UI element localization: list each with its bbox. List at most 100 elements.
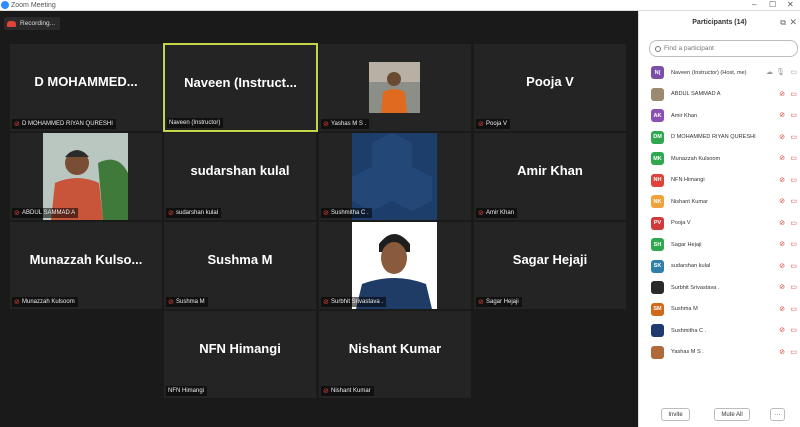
participant-row[interactable]: NH NFN Himangi ⊘ ▭ [639,170,800,192]
participant-list: N(Naveen (Instructor) (Host, me) 🎙 ▭ ☁ ABDUL… [639,62,800,363]
tile-name-bar: ⊘ Pooja V [476,119,511,129]
tile-name-bar: ⊘ Yashas M S . [321,119,370,129]
tile-name-label: Sushmitha C . [331,210,369,216]
tile-name-label: sudarshan kulal [176,210,219,216]
tile-name-label: ABDUL SAMMAD A [22,210,76,216]
mic-muted-icon[interactable]: ⊘ [779,241,785,248]
mic-muted-icon[interactable]: ⊘ [779,263,785,270]
video-off-icon[interactable]: ▭ [790,284,797,291]
video-tile[interactable]: ⊘ Sushmitha C . [319,133,471,220]
participant-row[interactable]: MK Munazzah Kulsoom ⊘ ▭ [639,148,800,170]
more-options-button[interactable]: ··· [770,408,785,421]
participant-avatar: MK [651,152,664,166]
video-on-icon[interactable]: ▭ [790,69,797,76]
participant-name: Surbhit Srivastava . [671,284,720,291]
video-tile[interactable]: Nishant Kumar ⊘ Nishant Kumar [319,311,471,398]
mic-muted-icon[interactable]: ⊘ [779,349,785,356]
participant-row[interactable]: SK sudarshan kulal ⊘ ▭ [639,256,800,278]
mic-muted-icon: ⊘ [323,209,329,217]
tile-name-bar: ⊘ Sushma M [166,297,208,307]
video-off-icon[interactable]: ▭ [790,263,797,270]
tile-display-name: Naveen (Instruct... [184,75,297,90]
tile-name-bar: ⊘ Nishant Kumar [321,386,374,396]
participant-row[interactable]: AK Amir Khan ⊘ ▭ [639,105,800,127]
video-tile[interactable]: sudarshan kulal ⊘ sudarshan kulal [164,133,316,220]
tile-name-bar: ⊘ Sushmitha C . [321,208,372,218]
participant-name: NFN Himangi [671,177,705,184]
participant-name: Yashas M S . [671,349,704,356]
participant-row[interactable]: Yashas M S . ⊘ ▭ [639,342,800,364]
invite-button[interactable]: Invite [661,408,690,421]
close-panel-icon[interactable]: ✕ [789,17,797,28]
video-off-icon[interactable]: ▭ [790,306,797,313]
close-window-button[interactable]: ✕ [787,0,794,10]
window-titlebar: Zoom Meeting – ☐ ✕ [0,0,800,11]
video-off-icon[interactable]: ▭ [790,327,797,334]
video-tile[interactable]: D MOHAMMED... ⊘ D MOHAMMED RIYAN QURESHI [10,44,162,131]
minimize-button[interactable]: – [752,0,756,10]
mic-muted-icon[interactable]: ⊘ [779,134,785,141]
mic-muted-icon[interactable]: ⊘ [779,220,785,227]
video-tile-active-speaker[interactable]: Naveen (Instruct... Naveen (Instructor) [163,43,318,132]
mic-muted-icon[interactable]: ⊘ [779,327,785,334]
tile-display-name: Pooja V [526,74,574,89]
recording-label: Recording... [20,20,56,27]
participant-row[interactable]: ABDUL SAMMAD A ⊘ ▭ [639,84,800,106]
tile-name-bar: ⊘ Sagar Hejaji [476,297,522,307]
video-off-icon[interactable]: ▭ [790,112,797,119]
video-off-icon[interactable]: ▭ [790,198,797,205]
mic-muted-icon[interactable]: ⊘ [779,306,785,313]
maximize-button[interactable]: ☐ [769,0,776,10]
mic-muted-icon[interactable]: ⊘ [779,112,785,119]
participant-row[interactable]: PV Pooja V ⊘ ▭ [639,213,800,235]
participant-photo-avatar [651,87,664,101]
participant-photo-avatar [651,281,664,295]
tile-display-name: Sushma M [207,252,273,267]
cloud-record-icon [7,20,16,27]
participant-search[interactable] [649,40,798,57]
mic-on-icon[interactable]: 🎙 [776,69,785,76]
mic-muted-icon[interactable]: ⊘ [779,91,785,98]
tile-name-bar: ⊘ ABDUL SAMMAD A [12,208,79,218]
mic-muted-icon: ⊘ [168,298,174,306]
video-tile[interactable]: Sushma M ⊘ Sushma M [164,222,316,309]
mic-muted-icon[interactable]: ⊘ [779,177,785,184]
tile-name-label: D MOHAMMED RIYAN QURESHI [22,121,113,127]
mic-muted-icon[interactable]: ⊘ [779,155,785,162]
video-off-icon[interactable]: ▭ [790,91,797,98]
video-off-icon[interactable]: ▭ [790,220,797,227]
participant-name: Sushmitha C . [671,327,707,334]
participant-row[interactable]: SM Sushma M ⊘ ▭ [639,299,800,321]
video-tile[interactable]: Sagar Hejaji ⊘ Sagar Hejaji [474,222,626,309]
participant-avatar: PV [651,216,664,230]
participant-row[interactable]: SH Sagar Hejaji ⊘ ▭ [639,234,800,256]
participant-row[interactable]: DM D MOHAMMED RIYAN QURESHI ⊘ ▭ [639,127,800,149]
video-off-icon[interactable]: ▭ [790,155,797,162]
recording-cloud-icon: ☁ [766,69,773,77]
participant-row[interactable]: N(Naveen (Instructor) (Host, me) 🎙 ▭ ☁ [639,62,800,84]
window-title: Zoom Meeting [11,2,56,9]
video-tile[interactable]: NFN Himangi NFN Himangi [164,311,316,398]
participant-row[interactable]: Surbhit Srivastava . ⊘ ▭ [639,277,800,299]
video-off-icon[interactable]: ▭ [790,134,797,141]
video-off-icon[interactable]: ▭ [790,349,797,356]
video-tile[interactable]: Amir Khan ⊘ Amir Khan [474,133,626,220]
video-tile[interactable]: Munazzah Kulso... ⊘ Munazzah Kulsoom [10,222,162,309]
participant-name: Amir Khan [671,112,698,119]
mute-all-button[interactable]: Mute All [714,408,750,421]
popout-icon[interactable]: ⧉ [780,18,786,28]
recording-indicator[interactable]: Recording... [4,17,61,30]
video-tile[interactable]: ⊘ Surbhit Srivastava . [319,222,471,309]
video-off-icon[interactable]: ▭ [790,177,797,184]
mic-muted-icon[interactable]: ⊘ [779,198,785,205]
video-tile[interactable]: Pooja V ⊘ Pooja V [474,44,626,131]
participant-row[interactable]: NK Nishant Kumar ⊘ ▭ [639,191,800,213]
video-tile[interactable]: ⊘ Yashas M S . [319,44,471,131]
video-tile[interactable]: ⊘ ABDUL SAMMAD A [10,133,162,220]
tile-display-name: Sagar Hejaji [512,252,588,267]
participant-row[interactable]: Sushmitha C . ⊘ ▭ [639,320,800,342]
participant-avatar: DM [651,130,664,144]
search-input[interactable] [664,45,784,52]
mic-muted-icon[interactable]: ⊘ [779,284,785,291]
video-off-icon[interactable]: ▭ [790,241,797,248]
